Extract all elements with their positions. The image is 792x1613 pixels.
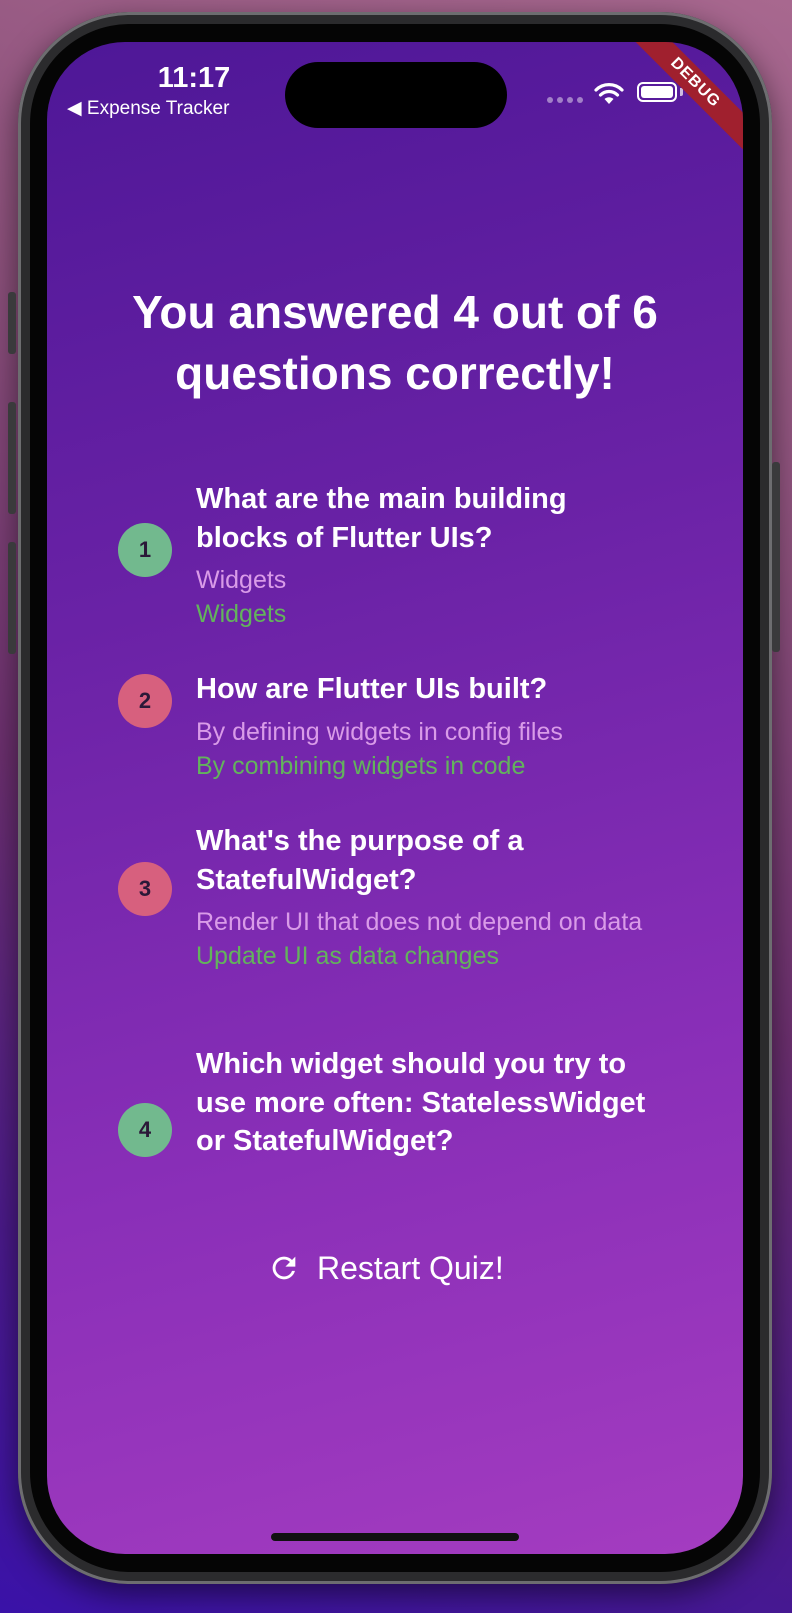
summary-text: What are the main building blocks of Flu… <box>196 480 656 631</box>
question-index-badge: 2 <box>118 674 172 728</box>
action-button <box>8 292 16 354</box>
status-time: 11:17 <box>157 62 231 94</box>
summary-text: Which widget should you try to use more … <box>196 1045 656 1167</box>
user-answer: Render UI that does not depend on data <box>196 908 643 936</box>
home-indicator[interactable] <box>271 1533 519 1541</box>
summary-text: How are Flutter UIs built? By defining w… <box>196 670 656 783</box>
correct-answer: Widgets <box>196 600 287 628</box>
question-index-badge: 3 <box>118 862 172 916</box>
question-text: What's the purpose of a StatefulWidget? <box>196 825 524 896</box>
question-text: What are the main building blocks of Flu… <box>196 483 567 554</box>
wifi-icon <box>594 83 624 104</box>
user-answer: Widgets <box>196 566 287 594</box>
restart-quiz-button[interactable]: Restart Quiz! <box>267 1238 504 1298</box>
volume-down-button <box>8 542 16 654</box>
dynamic-island <box>285 62 507 128</box>
battery-icon <box>637 82 677 102</box>
summary-text: What's the purpose of a StatefulWidget? … <box>196 822 656 973</box>
power-button <box>772 462 780 652</box>
question-index-badge: 1 <box>118 523 172 577</box>
correct-answer: By combining widgets in code <box>196 751 526 780</box>
correct-answer: Update UI as data changes <box>196 942 499 970</box>
restart-quiz-label: Restart Quiz! <box>317 1249 504 1286</box>
app-screen: 11:17 ◀ Expense Tracker DEBUG You answer… <box>47 42 743 1554</box>
questions-summary[interactable]: 1 What are the main building blocks of F… <box>47 480 743 1222</box>
volume-up-button <box>8 402 16 514</box>
result-title: You answered 4 out of 6 questions correc… <box>132 286 658 399</box>
refresh-icon <box>272 1256 296 1280</box>
question-text: Which widget should you try to use more … <box>196 1048 646 1157</box>
user-answer: By defining widgets in config files <box>196 717 563 746</box>
question-text: How are Flutter UIs built? <box>196 673 548 705</box>
question-index-badge: 4 <box>118 1103 172 1157</box>
cellular-signal-icon <box>547 97 583 103</box>
back-to-app-link[interactable]: ◀ Expense Tracker <box>67 97 229 120</box>
